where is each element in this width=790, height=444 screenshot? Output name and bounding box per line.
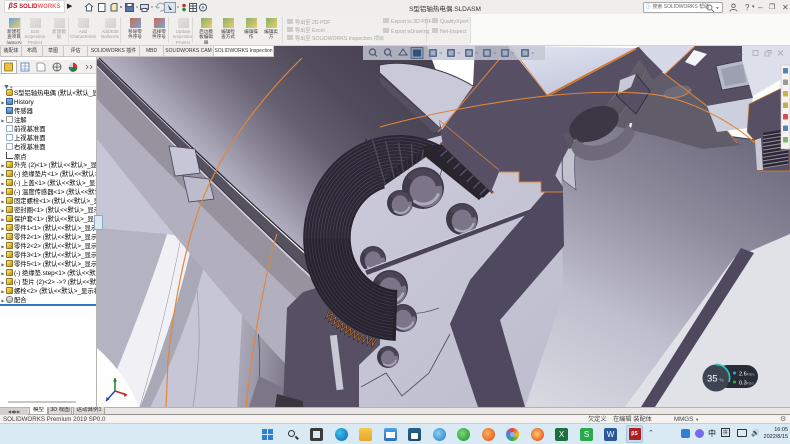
svg-text:%: % xyxy=(720,378,724,383)
svg-text:35: 35 xyxy=(707,374,718,385)
